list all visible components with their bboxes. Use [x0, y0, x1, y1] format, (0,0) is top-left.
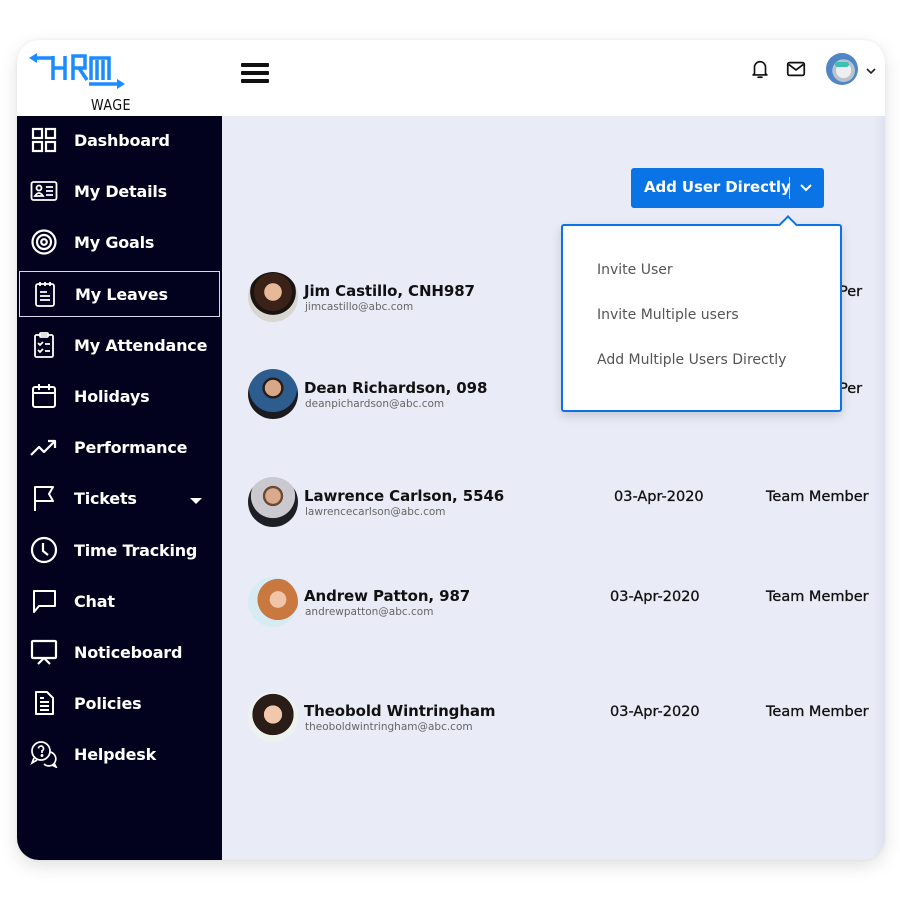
- sidebar-item-label: Holidays: [74, 386, 150, 406]
- add-user-label: Add User Directly: [644, 178, 791, 196]
- add-user-dropdown-toggle[interactable]: [798, 181, 814, 195]
- logo[interactable]: WAGE: [29, 50, 131, 114]
- user-email: lawrencecarlson@abc.com: [305, 506, 446, 518]
- help-chat-icon: [29, 739, 59, 769]
- user-name: Jim Castillo, CNH987: [304, 282, 475, 300]
- mail-icon: [786, 61, 806, 77]
- user-row[interactable]: Lawrence Carlson, 5546 lawrencecarlson@a…: [222, 473, 885, 533]
- user-role: Per: [839, 284, 863, 300]
- chevron-down-icon: [800, 184, 812, 192]
- sidebar-item-label: Dashboard: [74, 130, 170, 150]
- hamburger-icon-bar: [241, 79, 269, 83]
- sidebar-item-performance[interactable]: Performance: [17, 423, 222, 471]
- dropdown-pointer: [778, 215, 798, 235]
- sidebar-item-tickets[interactable]: Tickets: [17, 474, 222, 522]
- hamburger-icon-bar: [241, 63, 269, 67]
- notepad-icon: [30, 279, 60, 309]
- top-bar: WAGE: [17, 40, 885, 116]
- menu-item-invite-multiple-users[interactable]: Invite Multiple users: [597, 307, 739, 323]
- user-email: andrewpatton@abc.com: [305, 606, 434, 618]
- target-icon: [29, 227, 59, 257]
- menu-item-invite-user[interactable]: Invite User: [597, 262, 673, 278]
- sidebar-item-holidays[interactable]: Holidays: [17, 372, 222, 420]
- user-avatar: [248, 369, 298, 419]
- notifications-button[interactable]: [749, 58, 771, 80]
- app-window: WAGE Dashboard My Details My Goals My Le…: [17, 40, 885, 860]
- sidebar-item-my-attendance[interactable]: My Attendance: [17, 321, 222, 369]
- user-name: Lawrence Carlson, 5546: [304, 487, 505, 505]
- avatar[interactable]: [826, 53, 858, 85]
- sidebar-item-helpdesk[interactable]: Helpdesk: [17, 730, 222, 778]
- hamburger-menu-button[interactable]: [241, 60, 269, 86]
- trending-up-icon: [29, 432, 59, 462]
- sidebar-item-my-details[interactable]: My Details: [17, 167, 222, 215]
- caret-down-icon[interactable]: [189, 493, 203, 504]
- add-user-directly-button[interactable]: Add User Directly: [631, 168, 824, 208]
- sidebar-item-my-leaves[interactable]: My Leaves: [18, 270, 221, 318]
- sidebar-item-noticeboard[interactable]: Noticeboard: [17, 628, 222, 676]
- user-name: Andrew Patton, 987: [304, 587, 471, 605]
- user-name: Theobold Wintringham: [304, 702, 496, 720]
- user-row[interactable]: Theobold Wintringham theoboldwintringham…: [222, 688, 885, 748]
- sidebar-item-label: My Attendance: [74, 335, 208, 355]
- sidebar-item-label: My Details: [74, 181, 167, 201]
- add-user-dropdown-menu: Invite User Invite Multiple users Add Mu…: [561, 215, 842, 412]
- main-content: Add User Directly Jim Castillo, CNH987 j…: [222, 116, 885, 860]
- sidebar-item-label: My Leaves: [75, 284, 168, 304]
- sidebar-item-my-goals[interactable]: My Goals: [17, 218, 222, 266]
- chevron-down-icon: [866, 68, 876, 75]
- user-email: theoboldwintringham@abc.com: [305, 721, 473, 733]
- sidebar-item-label: Tickets: [74, 488, 137, 508]
- profile-menu-toggle[interactable]: [865, 63, 877, 75]
- user-row[interactable]: Andrew Patton, 987 andrewpatton@abc.com …: [222, 573, 885, 633]
- user-date: 03-Apr-2020: [614, 489, 704, 505]
- logo-hrm-icon: [29, 53, 125, 89]
- user-email: deanpichardson@abc.com: [305, 398, 445, 410]
- user-role: Team Member: [766, 704, 869, 720]
- bell-icon: [752, 60, 768, 79]
- user-avatar: [248, 577, 298, 627]
- sidebar-item-label: Time Tracking: [74, 540, 198, 560]
- dashboard-grid-icon: [29, 125, 59, 155]
- user-role: Team Member: [766, 489, 869, 505]
- chat-bubble-icon: [29, 586, 59, 616]
- sidebar-item-label: Noticeboard: [74, 642, 183, 662]
- sidebar-item-label: Performance: [74, 437, 188, 457]
- user-role: Team Member: [766, 589, 869, 605]
- user-date: 03-Apr-2020: [610, 704, 700, 720]
- sidebar-item-chat[interactable]: Chat: [17, 577, 222, 625]
- sidebar-item-label: Policies: [74, 693, 142, 713]
- sidebar-item-label: Helpdesk: [74, 744, 157, 764]
- logo-subtext: WAGE: [91, 96, 132, 114]
- messages-button[interactable]: [785, 58, 807, 80]
- sidebar-item-label: My Goals: [74, 232, 155, 252]
- sidebar-item-label: Chat: [74, 591, 115, 611]
- user-avatar: [248, 477, 298, 527]
- id-card-icon: [29, 176, 59, 206]
- calendar-icon: [29, 381, 59, 411]
- sidebar-item-dashboard[interactable]: Dashboard: [17, 116, 222, 164]
- sidebar-item-time-tracking[interactable]: Time Tracking: [17, 526, 222, 574]
- user-date: 03-Apr-2020: [610, 589, 700, 605]
- hamburger-icon-bar: [241, 71, 269, 75]
- user-email: jimcastillo@abc.com: [305, 301, 414, 313]
- presentation-board-icon: [29, 637, 59, 667]
- user-name: Dean Richardson, 098: [304, 379, 488, 397]
- clock-icon: [29, 535, 59, 565]
- sidebar-item-policies[interactable]: Policies: [17, 679, 222, 727]
- user-avatar: [248, 692, 298, 742]
- button-divider: [789, 177, 790, 199]
- sidebar: Dashboard My Details My Goals My Leaves …: [17, 116, 222, 860]
- user-avatar: [248, 272, 298, 322]
- document-icon: [29, 688, 59, 718]
- clipboard-check-icon: [29, 330, 59, 360]
- menu-item-add-multiple-users-directly[interactable]: Add Multiple Users Directly: [597, 352, 786, 368]
- flag-icon: [29, 483, 59, 513]
- user-role: Per: [839, 381, 863, 397]
